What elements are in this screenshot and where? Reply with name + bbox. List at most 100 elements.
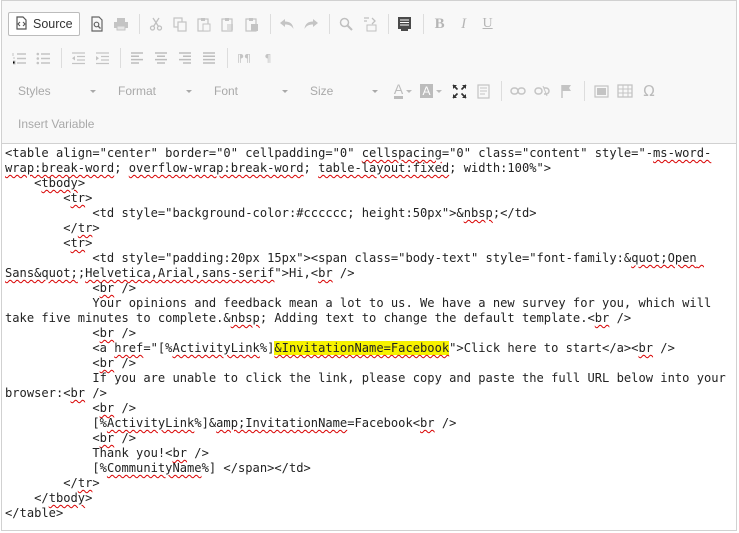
preview-icon[interactable] [86,13,108,35]
font-combo[interactable]: Font [204,79,292,103]
code-spellcheck: tr [70,236,86,250]
code-spellcheck: br [99,431,115,445]
toolbar-separator [501,81,502,101]
format-combo[interactable]: Format [108,79,196,103]
undo-icon[interactable] [276,13,298,35]
bulleted-list-icon[interactable] [32,47,54,69]
template-icon[interactable] [394,13,416,35]
styles-combo[interactable]: Styles [8,79,100,103]
html-editor: Source B I U ⁋¶ ¶ Styles Format Font Siz… [1,0,737,531]
code-spellcheck: cellspacing [361,146,442,160]
align-right-icon[interactable] [174,47,196,69]
source-button[interactable]: Source [8,12,80,36]
size-combo[interactable]: Size [300,79,382,103]
special-char-icon[interactable]: Ω [638,80,660,102]
styles-combo-label: Styles [18,84,51,98]
show-blocks-icon[interactable] [472,80,494,102]
text-color-icon[interactable]: A [390,80,416,102]
code-spellcheck: br [99,356,115,370]
bg-color-icon[interactable]: A [418,80,444,102]
toolbar-row-3: Styles Format Font Size A A Ω [8,77,662,105]
bold-icon[interactable]: B [429,13,451,35]
find-icon[interactable] [335,13,357,35]
paste-word-icon[interactable] [241,13,263,35]
code-text: ; Adding text to change the default temp… [259,311,595,325]
toolbar-separator [584,81,585,101]
insert-variable-label: Insert Variable [18,117,95,131]
ltr-glyph: ¶ [244,51,251,65]
editor-toolbar: Source B I U ⁋¶ ¶ Styles Format Font Siz… [2,1,736,144]
font-combo-label: Font [214,84,239,98]
code-spellcheck: br [420,416,435,430]
code-text: ">Click here to start</a>< [449,341,639,355]
table-icon[interactable] [614,80,636,102]
code-spellcheck: amp;InvitationName [216,416,348,430]
source-code-area[interactable]: <table align="center" border="0" cellpad… [2,144,736,530]
toolbar-separator [61,48,62,68]
insert-variable-combo[interactable]: Insert Variable [8,112,148,136]
cut-icon[interactable] [145,13,167,35]
align-left-icon[interactable] [126,47,148,69]
code-spellcheck: br [99,326,115,340]
paste-text-icon[interactable] [217,13,239,35]
justify-icon[interactable] [198,47,220,69]
unlink-icon[interactable] [531,80,553,102]
rtl-glyph: ¶ [264,51,272,65]
code-spellcheck: nbsp [230,311,260,325]
toolbar-separator [422,14,424,34]
code-spellcheck: Helvetica,Arial,sans-serif [85,266,275,280]
code-text: ="[% [143,341,173,355]
image-icon[interactable] [590,80,612,102]
chevron-down-icon [406,89,413,93]
text-color-glyph: A [393,81,404,99]
link-icon[interactable] [507,80,529,102]
code-spellcheck: br [638,341,654,355]
italic-icon[interactable]: I [453,13,475,35]
paste-icon[interactable] [193,13,215,35]
outdent-icon[interactable] [67,47,89,69]
toolbar-separator [328,14,330,34]
code-text: ; [77,266,86,280]
source-icon [15,15,28,33]
maximize-icon[interactable] [448,80,470,102]
code-spellcheck: tr [70,191,86,205]
ltr-icon[interactable]: ⁋¶ [233,47,255,69]
bg-color-glyph: A [420,84,433,98]
code-spellcheck: overflow-wrap:break-word [128,161,304,175]
code-text: %] [259,341,275,355]
toolbar-row-4: Insert Variable [8,110,156,138]
rtl-icon[interactable]: ¶ [257,47,279,69]
code-spellcheck: table-layout:fixed [318,161,450,175]
print-icon[interactable] [110,13,132,35]
copy-icon[interactable] [169,13,191,35]
code-text: ; [303,161,319,175]
code-spellcheck: tbody [41,176,78,190]
highlighted-search-match: &InvitationName=Facebook [274,341,450,355]
replace-icon[interactable] [359,13,381,35]
code-spellcheck: CommunityName [106,461,202,475]
redo-icon[interactable] [300,13,322,35]
chevron-down-icon [282,89,288,93]
numbered-list-icon[interactable] [8,47,30,69]
toolbar-separator [387,14,389,34]
code-spellcheck: br [172,446,188,460]
chevron-down-icon [90,89,96,93]
code-text: =Facebook< [347,416,421,430]
toolbar-separator [227,48,228,68]
indent-icon[interactable] [91,47,113,69]
toolbar-row-1: Source B I U [8,10,501,38]
code-spellcheck: br [99,401,115,415]
code-spellcheck: br [99,281,115,295]
code-spellcheck: ActivityLink [106,416,195,430]
code-text: ">Hi,< [274,266,319,280]
code-text: ="0" class="content" style="- [441,146,654,160]
align-center-icon[interactable] [150,47,172,69]
code-spellcheck: br [318,266,333,280]
toolbar-separator [120,48,121,68]
code-text: > <td style="padding:20px 15px"><span cl… [85,236,632,265]
code-spellcheck: nbsp [463,206,493,220]
code-text: <table align="center" border="0" cellpad… [5,146,362,160]
underline-icon[interactable]: U [477,13,499,35]
toolbar-row-2: ⁋¶ ¶ [8,44,281,72]
anchor-icon[interactable] [555,80,577,102]
